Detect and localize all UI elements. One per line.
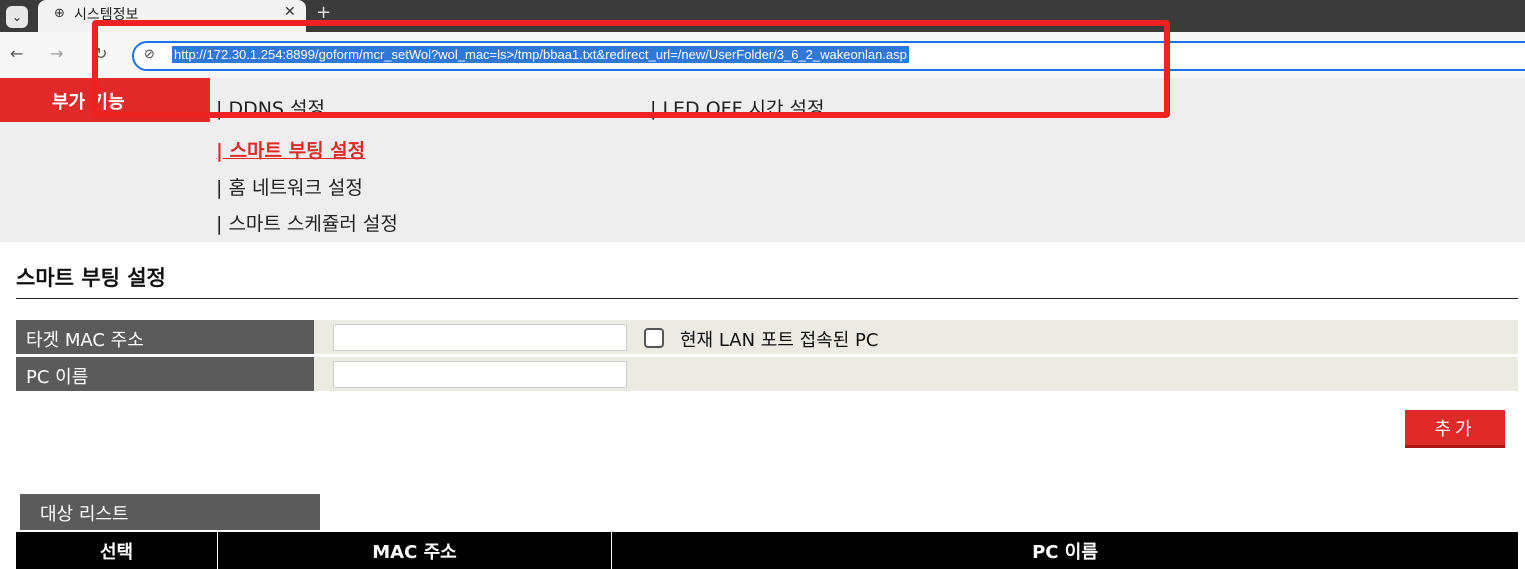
form-row-mac: 타겟 MAC 주소 현재 LAN 포트 접속된 PC: [16, 320, 1518, 354]
url-text: http://172.30.1.254:8899/goform/mcr_setW…: [172, 46, 909, 63]
column-header-pc-name: PC 이름: [1032, 542, 1098, 563]
add-button[interactable]: 추가: [1405, 410, 1505, 448]
menu-category-title: 부가 기능: [0, 78, 210, 122]
pc-name-label: PC 이름: [16, 357, 314, 391]
column-header-mac: MAC 주소: [218, 532, 612, 569]
menu-item-ddns[interactable]: | DDNS 설정: [216, 94, 325, 121]
menu-item-smart-boot[interactable]: | 스마트 부팅 설정: [216, 136, 365, 163]
column-header-select: 선택: [16, 532, 218, 569]
close-icon[interactable]: ✕: [284, 4, 296, 20]
page-title: 스마트 부팅 설정: [16, 266, 166, 290]
menu-item-home-network[interactable]: | 홈 네트워크 설정: [216, 173, 363, 200]
menu-item-smart-scheduler[interactable]: | 스마트 스케쥴러 설정: [216, 209, 398, 236]
reload-icon[interactable]: ↻: [94, 44, 107, 63]
list-caption: 대상 리스트: [20, 494, 320, 530]
site-info-icon[interactable]: ⊘: [144, 47, 155, 62]
current-lan-pc-checkbox[interactable]: [644, 328, 664, 348]
menu-item-led-off[interactable]: | LED OFF 시간 설정: [650, 94, 825, 121]
browser-tab-bar: ⌄ ⊕ 시스템정보 ✕ +: [0, 0, 1525, 32]
form-row-pc-name: PC 이름: [16, 357, 1518, 391]
current-lan-pc-label: 현재 LAN 포트 접속된 PC: [680, 330, 879, 351]
pc-name-input[interactable]: [333, 361, 627, 388]
mac-address-input[interactable]: [333, 324, 627, 351]
back-icon[interactable]: ←: [10, 44, 23, 63]
mac-label: 타겟 MAC 주소: [16, 320, 314, 354]
browser-tab[interactable]: ⊕ 시스템정보 ✕: [38, 0, 306, 32]
submenu-panel: 부가 기능 | DDNS 설정 | LED OFF 시간 설정 | 스마트 부팅…: [0, 78, 1525, 242]
globe-icon: ⊕: [54, 6, 65, 21]
address-bar: ← → ↻ ⊘ http://172.30.1.254:8899/goform/…: [0, 32, 1525, 78]
divider: [16, 298, 1518, 299]
table-header: 선택 MAC 주소 PC 이름: [16, 532, 1518, 569]
forward-icon[interactable]: →: [50, 44, 63, 63]
chevron-down-icon[interactable]: ⌄: [6, 6, 28, 28]
tab-title: 시스템정보: [74, 7, 139, 23]
plus-icon[interactable]: +: [316, 2, 331, 23]
url-input[interactable]: ⊘ http://172.30.1.254:8899/goform/mcr_se…: [132, 41, 1525, 71]
